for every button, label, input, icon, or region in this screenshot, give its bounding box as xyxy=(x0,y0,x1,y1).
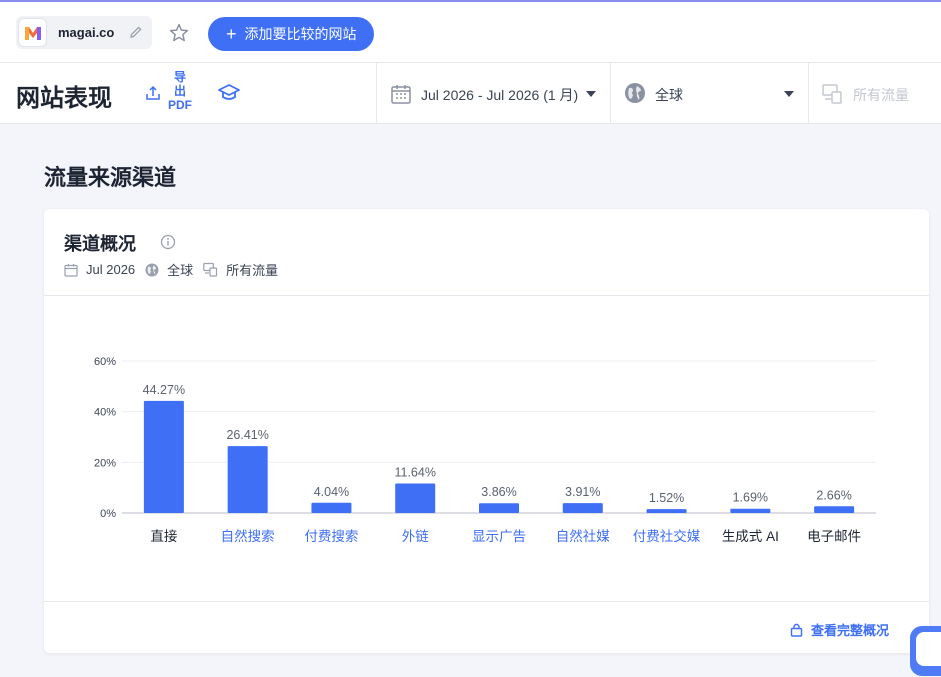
data-label: 1.52% xyxy=(649,491,684,505)
region-select[interactable]: 全球 xyxy=(611,63,808,124)
graduation-cap-icon[interactable] xyxy=(217,82,241,104)
globe-icon xyxy=(625,83,645,103)
chevron-down-icon xyxy=(586,91,596,97)
section-title: 流量来源渠道 xyxy=(44,165,177,190)
data-label: 2.66% xyxy=(816,488,851,502)
y-tick-label: 0% xyxy=(100,508,116,520)
export-label-1: 导 xyxy=(173,70,186,84)
view-full-overview-label: 查看完整概况 xyxy=(810,623,889,638)
plus-icon: + xyxy=(226,24,237,44)
calendar-icon xyxy=(391,85,411,104)
x-tick-label: 电子邮件 xyxy=(807,529,861,544)
bar xyxy=(814,506,855,513)
bar xyxy=(562,503,603,513)
add-compare-label: 添加要比较的网站 xyxy=(244,26,357,42)
chevron-down-icon xyxy=(784,91,794,97)
x-tick-label[interactable]: 自然搜索 xyxy=(221,528,275,544)
page-title: 网站表现 xyxy=(16,85,112,112)
data-label: 11.64% xyxy=(394,466,435,480)
top-bar: magai.co + 添加要比较的网站 xyxy=(0,0,941,62)
x-tick-label[interactable]: 自然社媒 xyxy=(556,528,610,544)
data-label: 26.41% xyxy=(226,428,268,442)
magai-logo xyxy=(18,18,47,47)
bar xyxy=(479,503,519,513)
date-range-value: Jul 2026 - Jul 2026 (1 月) xyxy=(421,87,579,103)
bar xyxy=(646,509,687,513)
date-range-select[interactable]: Jul 2026 - Jul 2026 (1 月) xyxy=(377,63,610,124)
lock-icon xyxy=(790,623,803,637)
site-name: magai.co xyxy=(58,25,115,40)
channel-bar-chart: 0% 20% 40% 60% 44.27% 直接 26.41% 自然搜索 4.04% 付费搜索 11… xyxy=(94,356,876,544)
y-tick-label: 60% xyxy=(94,356,116,368)
bar xyxy=(227,446,268,513)
sub-bar: 网站表现 导 出 PDF Jul 2026 - Jul 2026 (1 月) 全… xyxy=(0,62,941,124)
y-tick-label: 40% xyxy=(94,407,116,419)
x-tick-label[interactable]: 付费社交媒 xyxy=(633,528,701,544)
add-compare-button[interactable]: + 添加要比较的网站 xyxy=(208,17,374,51)
export-icon[interactable] xyxy=(145,85,161,101)
export-pdf-button[interactable]: 导 出 PDF xyxy=(166,70,194,112)
data-label: 44.27% xyxy=(143,383,185,397)
data-label: 3.86% xyxy=(481,485,516,499)
traffic-type-value: 所有流量 xyxy=(853,87,909,103)
y-tick-label: 20% xyxy=(94,457,116,469)
data-label: 4.04% xyxy=(314,485,349,499)
star-icon[interactable] xyxy=(168,22,190,44)
bar xyxy=(311,502,352,513)
bar xyxy=(730,508,771,513)
channel-overview-card: 渠道概况 Jul 2026 全球 所有流量 0% 20% 40% 60% 44.… xyxy=(44,209,929,653)
site-chip[interactable]: magai.co xyxy=(16,16,152,49)
x-tick-label: 生成式 AI xyxy=(722,529,779,544)
chat-button[interactable] xyxy=(910,626,941,676)
card-footer: 查看完整概况 xyxy=(44,601,929,653)
region-value: 全球 xyxy=(655,87,683,103)
pencil-icon[interactable] xyxy=(128,24,144,40)
export-label-2: 出 xyxy=(173,84,186,98)
x-tick-label[interactable]: 付费搜索 xyxy=(304,529,358,544)
traffic-type-select: 所有流量 xyxy=(809,63,941,124)
chat-icon xyxy=(916,632,941,666)
x-tick-label: 直接 xyxy=(150,528,177,544)
data-label: 3.91% xyxy=(565,485,600,499)
bar xyxy=(143,400,184,513)
bar xyxy=(395,483,436,513)
view-full-overview-link[interactable]: 查看完整概况 xyxy=(790,620,889,639)
data-label: 1.69% xyxy=(733,491,768,505)
x-tick-label[interactable]: 显示广告 xyxy=(472,529,526,544)
export-label-3: PDF xyxy=(168,98,192,112)
x-tick-label[interactable]: 外链 xyxy=(402,529,429,544)
devices-icon xyxy=(822,84,842,104)
